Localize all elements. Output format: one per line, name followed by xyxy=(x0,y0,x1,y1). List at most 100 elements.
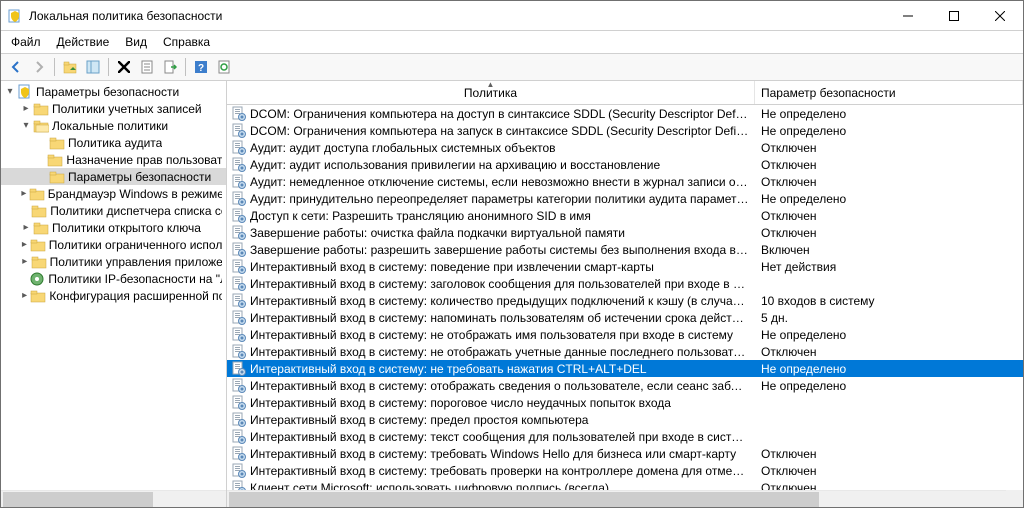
tree[interactable]: ▾ Параметры безопасности ▸ Политики учет… xyxy=(1,81,226,490)
tree-label: Политики управления приложениями xyxy=(50,255,222,269)
policy-icon xyxy=(231,378,247,394)
collapse-icon[interactable]: ▾ xyxy=(19,120,33,131)
tree-item-local-policies[interactable]: ▾ Локальные политики xyxy=(1,117,226,134)
refresh-button[interactable] xyxy=(213,56,235,78)
policy-name: Интерактивный вход в систему: поведение … xyxy=(250,260,755,274)
tree-item-public-key[interactable]: ▸ Политики открытого ключа xyxy=(1,219,226,236)
expand-icon[interactable]: ▸ xyxy=(19,188,29,199)
close-button[interactable] xyxy=(977,1,1023,30)
tree-label: Конфигурация расширенной политики xyxy=(49,289,222,303)
policy-name: DCOM: Ограничения компьютера на доступ в… xyxy=(250,107,755,121)
policy-value: Нет действия xyxy=(755,260,836,274)
toolbar-separator xyxy=(54,58,55,76)
show-hide-tree-button[interactable] xyxy=(82,56,104,78)
folder-icon xyxy=(49,169,65,185)
tree-horizontal-scrollbar[interactable] xyxy=(1,490,226,507)
policy-row[interactable]: Аудит: принудительно переопределяет пара… xyxy=(227,190,1023,207)
policy-row[interactable]: Интерактивный вход в систему: не отображ… xyxy=(227,343,1023,360)
policy-value: Отключен xyxy=(755,175,817,189)
tree-item-audit-policy[interactable]: Политика аудита xyxy=(1,134,226,151)
folder-icon xyxy=(49,135,65,151)
policy-name: Аудит: немедленное отключение системы, е… xyxy=(250,175,755,189)
policy-list[interactable]: DCOM: Ограничения компьютера на доступ в… xyxy=(227,105,1023,490)
policy-row[interactable]: Интерактивный вход в систему: количество… xyxy=(227,292,1023,309)
folder-icon xyxy=(31,203,47,219)
policy-row[interactable]: Интерактивный вход в систему: требовать … xyxy=(227,445,1023,462)
tree-item-account-policies[interactable]: ▸ Политики учетных записей xyxy=(1,100,226,117)
minimize-button[interactable] xyxy=(885,1,931,30)
policy-row[interactable]: Доступ к сети: Разрешить трансляцию анон… xyxy=(227,207,1023,224)
policy-icon xyxy=(231,446,247,462)
expand-icon[interactable]: ▸ xyxy=(19,222,33,233)
policy-row[interactable]: DCOM: Ограничения компьютера на доступ в… xyxy=(227,105,1023,122)
policy-value: Отключен xyxy=(755,481,817,491)
properties-button[interactable] xyxy=(136,56,158,78)
folder-icon xyxy=(33,220,49,236)
menu-view[interactable]: Вид xyxy=(117,33,155,51)
ipsec-icon xyxy=(29,271,45,287)
policy-value: Отключен xyxy=(755,447,817,461)
help-button[interactable]: ? xyxy=(190,56,212,78)
policy-row[interactable]: Аудит: аудит доступа глобальных системны… xyxy=(227,139,1023,156)
delete-button[interactable] xyxy=(113,56,135,78)
tree-item-user-rights[interactable]: Назначение прав пользователя xyxy=(1,151,226,168)
forward-button[interactable] xyxy=(28,56,50,78)
tree-root[interactable]: ▾ Параметры безопасности xyxy=(1,83,226,100)
scrollbar-thumb[interactable] xyxy=(3,492,153,507)
folder-icon xyxy=(30,237,46,253)
expand-icon[interactable]: ▸ xyxy=(19,103,33,114)
list-header: ▲ Политика Параметр безопасности xyxy=(227,81,1023,105)
policy-value: Не определено xyxy=(755,328,846,342)
policy-row[interactable]: Интерактивный вход в систему: текст сооб… xyxy=(227,428,1023,445)
policy-row[interactable]: DCOM: Ограничения компьютера на запуск в… xyxy=(227,122,1023,139)
policy-row[interactable]: Интерактивный вход в систему: заголовок … xyxy=(227,275,1023,292)
policy-row[interactable]: Интерактивный вход в систему: напоминать… xyxy=(227,309,1023,326)
policy-row[interactable]: Завершение работы: разрешить завершение … xyxy=(227,241,1023,258)
policy-value: Не определено xyxy=(755,362,846,376)
policy-icon xyxy=(231,344,247,360)
expand-icon[interactable]: ▸ xyxy=(19,239,30,250)
up-button[interactable] xyxy=(59,56,81,78)
folder-icon xyxy=(47,152,63,168)
policy-row[interactable]: Интерактивный вход в систему: поведение … xyxy=(227,258,1023,275)
column-header-policy[interactable]: ▲ Политика xyxy=(227,81,755,104)
policy-row[interactable]: Интерактивный вход в систему: отображать… xyxy=(227,377,1023,394)
tree-item-network-list[interactable]: Политики диспетчера списка сетей xyxy=(1,202,226,219)
policy-row[interactable]: Интерактивный вход в систему: не требова… xyxy=(227,360,1023,377)
column-header-value[interactable]: Параметр безопасности xyxy=(755,81,1023,104)
policy-row[interactable]: Аудит: немедленное отключение системы, е… xyxy=(227,173,1023,190)
menu-file[interactable]: Файл xyxy=(3,33,49,51)
tree-item-security-options[interactable]: Параметры безопасности xyxy=(1,168,226,185)
tree-item-ipsec[interactable]: Политики IP-безопасности на "Локальный xyxy=(1,270,226,287)
scrollbar-thumb[interactable] xyxy=(229,492,819,507)
tree-item-app-control[interactable]: ▸ Политики управления приложениями xyxy=(1,253,226,270)
collapse-icon[interactable]: ▾ xyxy=(3,86,17,97)
policy-icon xyxy=(231,480,247,491)
policy-row[interactable]: Интерактивный вход в систему: предел про… xyxy=(227,411,1023,428)
policy-icon xyxy=(231,429,247,445)
policy-name: Доступ к сети: Разрешить трансляцию анон… xyxy=(250,209,755,223)
back-button[interactable] xyxy=(5,56,27,78)
menu-action[interactable]: Действие xyxy=(49,33,118,51)
tree-item-software-restriction[interactable]: ▸ Политики ограниченного использования xyxy=(1,236,226,253)
list-horizontal-scrollbar[interactable] xyxy=(227,490,1006,507)
expand-icon[interactable]: ▸ xyxy=(19,256,31,267)
policy-row[interactable]: Интерактивный вход в систему: требовать … xyxy=(227,462,1023,479)
policy-icon xyxy=(231,276,247,292)
tree-item-advanced-audit[interactable]: ▸ Конфигурация расширенной политики xyxy=(1,287,226,304)
policy-icon xyxy=(231,225,247,241)
tree-item-firewall[interactable]: ▸ Брандмауэр Windows в режиме повышенной xyxy=(1,185,226,202)
scrollbar-corner xyxy=(1006,490,1023,507)
menu-help[interactable]: Справка xyxy=(155,33,218,51)
policy-row[interactable]: Интерактивный вход в систему: пороговое … xyxy=(227,394,1023,411)
tree-label: Политики открытого ключа xyxy=(52,221,201,235)
expand-icon[interactable]: ▸ xyxy=(19,290,30,301)
export-button[interactable] xyxy=(159,56,181,78)
maximize-button[interactable] xyxy=(931,1,977,30)
policy-value: Отключен xyxy=(755,464,817,478)
policy-row[interactable]: Клиент сети Microsoft: использовать цифр… xyxy=(227,479,1023,490)
policy-row[interactable]: Аудит: аудит использования привилегии на… xyxy=(227,156,1023,173)
policy-value: Не определено xyxy=(755,124,846,138)
policy-row[interactable]: Интерактивный вход в систему: не отображ… xyxy=(227,326,1023,343)
policy-row[interactable]: Завершение работы: очистка файла подкачк… xyxy=(227,224,1023,241)
